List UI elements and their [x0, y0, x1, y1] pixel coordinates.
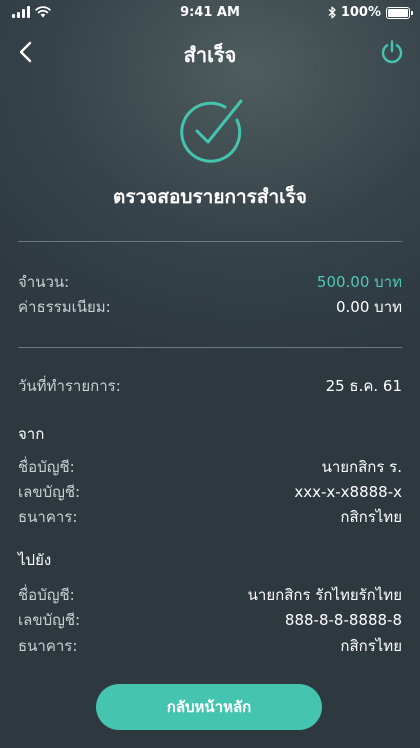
to-bank-value: กสิกรไทย: [340, 637, 402, 655]
power-icon: [381, 40, 403, 64]
date-value: 25 ธ.ค. 61: [325, 377, 402, 395]
from-bank-value: กสิกรไทย: [340, 508, 402, 526]
from-bank-row: ธนาคาร: กสิกรไทย: [18, 505, 402, 529]
to-heading: ไปยัง: [18, 551, 52, 569]
from-bank-label: ธนาคาร:: [18, 508, 78, 526]
success-title: ตรวจสอบรายการสำเร็จ: [113, 186, 307, 208]
to-name-label: ชื่อบัญชี:: [18, 586, 75, 604]
date-row: วันที่ทำรายการ: 25 ธ.ค. 61: [18, 374, 402, 398]
fee-label: ค่าธรรมเนียม:: [18, 298, 111, 316]
divider: [18, 241, 402, 242]
from-name-row: ชื่อบัญชี: นายกสิกร ร.: [18, 455, 402, 479]
from-heading: จาก: [18, 425, 45, 443]
bluetooth-icon: [328, 6, 336, 19]
to-bank-label: ธนาคาร:: [18, 637, 78, 655]
battery-percent: 100%: [340, 5, 381, 20]
to-bank-row: ธนาคาร: กสิกรไทย: [18, 634, 402, 658]
from-account-label: เลขบัญชี:: [18, 483, 81, 501]
from-name-label: ชื่อบัญชี:: [18, 458, 75, 476]
amount-label: จำนวน:: [18, 273, 70, 291]
from-name-value: นายกสิกร ร.: [321, 458, 402, 476]
page-title: สำเร็จ: [183, 43, 237, 67]
battery-icon: [386, 6, 413, 19]
to-name-value: นายกสิกร รักไทยรักไทย: [247, 586, 402, 604]
fee-value: 0.00 บาท: [336, 298, 402, 316]
to-account-label: เลขบัญชี:: [18, 611, 81, 629]
date-label: วันที่ทำรายการ:: [18, 377, 121, 395]
to-account-value: 888-8-8-8888-8: [284, 611, 402, 629]
to-name-row: ชื่อบัญชี: นายกสิกร รักไทยรักไทย: [18, 583, 402, 607]
check-circle-icon: [180, 99, 243, 163]
to-account-row: เลขบัญชี: 888-8-8-8888-8: [18, 608, 402, 632]
amount-value: 500.00 บาท: [316, 273, 402, 291]
power-button[interactable]: [374, 34, 410, 70]
from-account-value: xxx-x-x8888-x: [294, 483, 402, 501]
divider: [18, 347, 402, 348]
fee-row: ค่าธรรมเนียม: 0.00 บาท: [18, 295, 402, 319]
nav-bar: สำเร็จ: [0, 30, 420, 74]
status-bar: 9:41 AM 100%: [0, 0, 420, 26]
from-account-row: เลขบัญชี: xxx-x-x8888-x: [18, 480, 402, 504]
amount-row: จำนวน: 500.00 บาท: [18, 270, 402, 294]
home-button[interactable]: กลับหน้าหลัก: [96, 684, 322, 730]
status-right: 100%: [328, 5, 413, 20]
